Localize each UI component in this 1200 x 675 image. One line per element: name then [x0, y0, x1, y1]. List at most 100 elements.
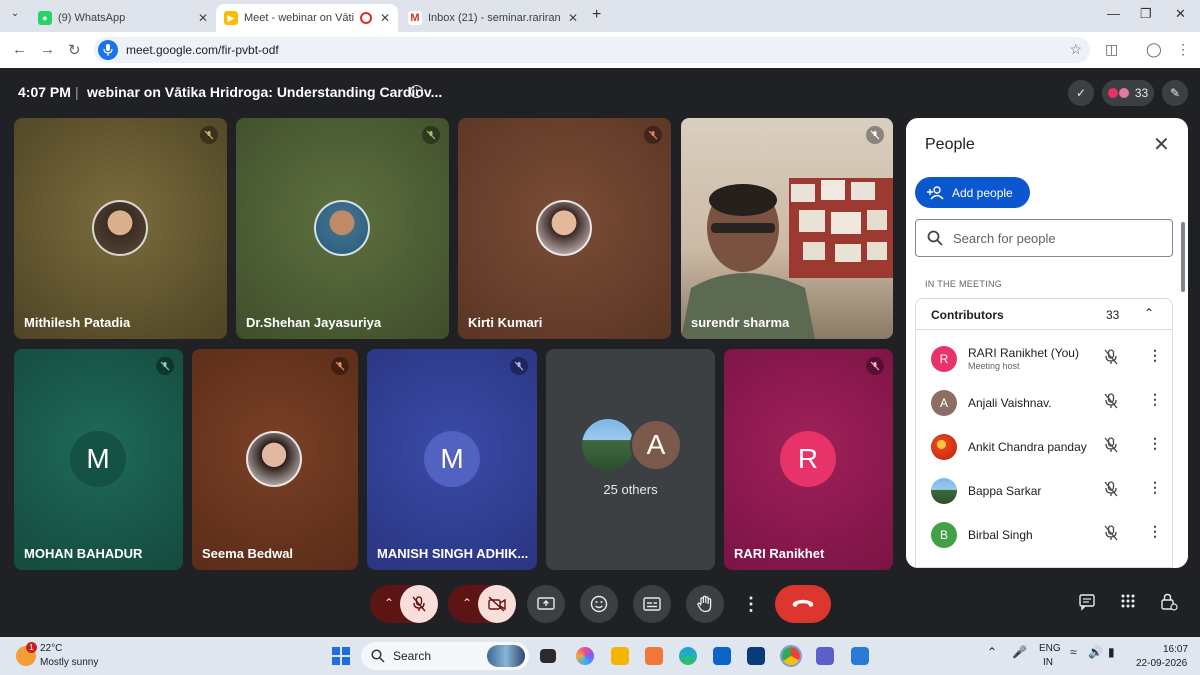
participant-tile[interactable]: Dr.Shehan Jayasuriya [236, 118, 449, 339]
list-item[interactable]: Ankit Chandra panday ⋮ [916, 425, 1172, 465]
others-tile[interactable]: A 25 others [546, 349, 715, 570]
more-options-icon[interactable]: ⋮ [1148, 347, 1162, 364]
present-screen-button[interactable] [527, 585, 565, 623]
mic-options-chevron-icon[interactable]: ⌃ [384, 596, 394, 610]
list-item[interactable]: R RARI Ranikhet (You) Meeting host ⋮ [916, 337, 1172, 377]
back-icon[interactable]: ← [12, 41, 27, 58]
host-controls-lock-icon[interactable] [1160, 593, 1178, 616]
task-view-icon[interactable] [540, 649, 556, 663]
avatar: M [70, 431, 126, 487]
participant-tile[interactable]: M MOHAN BAHADUR [14, 349, 183, 570]
more-options-icon[interactable]: ⋮ [1148, 435, 1162, 452]
reload-icon[interactable]: ↻ [68, 41, 81, 59]
site-info-icon[interactable] [98, 40, 118, 60]
participant-tile[interactable]: Kirti Kumari [458, 118, 671, 339]
more-options-icon[interactable]: ⋮ [1148, 523, 1162, 540]
participant-video-tile[interactable]: surendr sharma [681, 118, 893, 339]
profile-icon[interactable]: ◯ [1146, 41, 1162, 58]
file-explorer-icon[interactable] [611, 647, 629, 665]
app-icon[interactable] [851, 647, 869, 665]
close-panel-icon[interactable]: ✕ [1153, 132, 1170, 157]
extensions-icon[interactable]: ◫ [1105, 41, 1118, 58]
checkmark-icon[interactable]: ✓ [1068, 80, 1094, 106]
person-name: Birbal Singh [968, 528, 1033, 542]
new-tab-icon[interactable]: + [592, 6, 601, 24]
contributors-header[interactable]: Contributors 33 ⌃ [916, 299, 1172, 330]
muted-mic-icon [510, 357, 528, 375]
search-highlight-icon [487, 645, 525, 667]
language-label[interactable]: ENG [1039, 643, 1061, 654]
pen-icon[interactable]: ✎ [1162, 80, 1188, 106]
participant-tile[interactable]: M MANISH SINGH ADHIK... [367, 349, 537, 570]
muted-mic-icon[interactable] [1103, 481, 1119, 497]
close-window-icon[interactable]: ✕ [1175, 6, 1186, 22]
chevron-up-icon[interactable]: ⌃ [1144, 306, 1154, 320]
participant-tile[interactable]: R RARI Ranikhet [724, 349, 893, 570]
chrome-icon[interactable] [780, 645, 802, 667]
contributors-group: Contributors 33 ⌃ R RARI Ranikhet (You) … [915, 298, 1173, 568]
participant-tile[interactable]: Seema Bedwal [192, 349, 358, 570]
avatar: M [424, 431, 480, 487]
more-options-icon[interactable]: ⋮ [739, 585, 763, 623]
microphone-icon[interactable]: 🎤 [1012, 645, 1027, 659]
weather-condition: Mostly sunny [40, 657, 99, 668]
edge-icon[interactable] [679, 647, 697, 665]
bookmark-star-icon[interactable]: ☆ [1069, 41, 1082, 58]
participant-name: Kirti Kumari [468, 315, 543, 330]
meeting-info-icon[interactable]: i [410, 85, 423, 98]
list-item[interactable]: B Birbal Singh ⋮ [916, 513, 1172, 553]
app-icon[interactable] [645, 647, 663, 665]
section-label: IN THE MEETING [925, 279, 1003, 289]
restore-icon[interactable]: ❐ [1140, 6, 1152, 22]
activities-grid-icon[interactable] [1120, 593, 1136, 614]
participant-tile[interactable]: Mithilesh Patadia [14, 118, 227, 339]
tab-gmail[interactable]: M Inbox (21) - seminar.rariranikhet ✕ [400, 4, 586, 32]
windows-start-icon[interactable] [332, 647, 350, 665]
panel-scrollbar[interactable] [1181, 222, 1185, 292]
avatar [314, 200, 370, 256]
add-people-button[interactable]: Add people [915, 177, 1030, 208]
teams-icon[interactable] [816, 647, 834, 665]
region-label: IN [1043, 657, 1053, 668]
tab-close-icon[interactable]: ✕ [568, 11, 578, 25]
muted-mic-icon[interactable] [1103, 349, 1119, 365]
outlook-icon[interactable] [713, 647, 731, 665]
taskbar-search[interactable]: Search [361, 642, 529, 670]
chat-icon[interactable] [1078, 593, 1096, 616]
toggle-mic-button[interactable] [400, 585, 438, 623]
participants-button[interactable]: 33 [1102, 80, 1154, 106]
forward-icon[interactable]: → [40, 41, 55, 58]
toggle-camera-button[interactable] [478, 585, 516, 623]
camera-options-chevron-icon[interactable]: ⌃ [462, 596, 472, 610]
store-icon[interactable] [747, 647, 765, 665]
muted-mic-icon[interactable] [1103, 393, 1119, 409]
people-search-input[interactable]: Search for people [915, 219, 1173, 257]
muted-mic-icon [866, 126, 884, 144]
list-item[interactable]: A Anjali Vaishnav. ⋮ [916, 381, 1172, 421]
clock-time[interactable]: 16:07 [1163, 644, 1188, 655]
avatar [931, 478, 957, 504]
more-options-icon[interactable]: ⋮ [1148, 479, 1162, 496]
wifi-icon[interactable]: ≈ [1070, 645, 1077, 659]
avatar: R [931, 346, 957, 372]
tab-search-chevron-icon[interactable]: ⌄ [6, 8, 24, 24]
tab-whatsapp[interactable]: ● (9) WhatsApp ✕ [30, 4, 216, 32]
tab-close-icon[interactable]: ✕ [198, 11, 208, 25]
tab-close-icon[interactable]: ✕ [380, 11, 390, 25]
tab-meet[interactable]: ▶ Meet - webinar on Vātika H ✕ [216, 4, 398, 32]
list-item[interactable]: Bappa Sarkar ⋮ [916, 469, 1172, 509]
leave-call-button[interactable] [775, 585, 831, 623]
url-bar[interactable]: meet.google.com/fir-pvbt-odf ☆ [94, 37, 1090, 63]
muted-mic-icon[interactable] [1103, 437, 1119, 453]
muted-mic-icon[interactable] [1103, 525, 1119, 541]
captions-button[interactable] [633, 585, 671, 623]
tray-chevron-up-icon[interactable]: ⌃ [987, 645, 997, 659]
browser-menu-icon[interactable]: ⋮ [1176, 41, 1190, 58]
copilot-icon[interactable] [576, 647, 594, 665]
more-options-icon[interactable]: ⋮ [1148, 391, 1162, 408]
reactions-button[interactable] [580, 585, 618, 623]
battery-icon[interactable]: ▮ [1108, 645, 1115, 659]
minimize-icon[interactable]: — [1107, 6, 1120, 21]
raise-hand-button[interactable] [686, 585, 724, 623]
volume-icon[interactable]: 🔊 [1088, 645, 1103, 659]
